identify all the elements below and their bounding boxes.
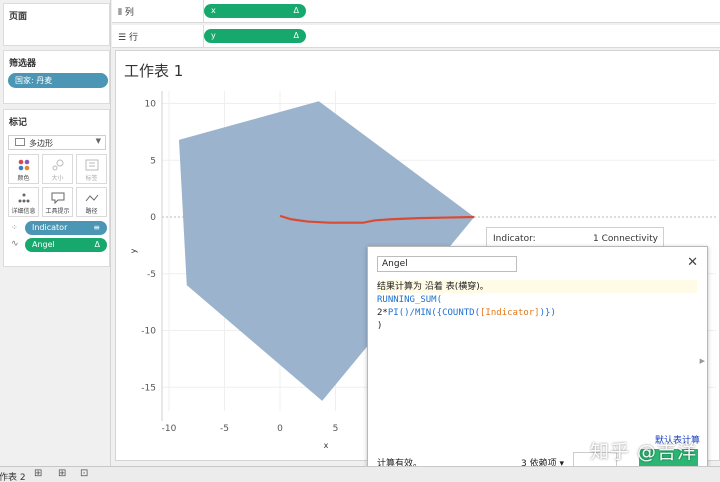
marks-title: 标记 <box>9 118 28 128</box>
sort-icon: ≡ <box>93 223 100 232</box>
pages-card: 页面 <box>3 3 110 46</box>
rows-pill-label: y <box>211 31 216 40</box>
y-tick-label: 10 <box>145 100 157 110</box>
rows-icon: ☰ <box>118 33 129 43</box>
tooltip-key: Indicator: <box>493 234 536 244</box>
formula-comment: 结果计算为 沿着 表(横穿)。 <box>377 282 489 292</box>
mark-field-indicator-label: Indicator <box>32 223 68 232</box>
tooltip-button[interactable]: 工具提示 <box>42 187 73 217</box>
columns-pill-x[interactable]: x Δ <box>204 4 306 18</box>
columns-shelf: ⦀ 列 x Δ <box>112 0 720 23</box>
x-tick-label: 5 <box>333 424 339 434</box>
color-button[interactable]: 颜色 <box>8 154 39 184</box>
sheet-tab-bar: 作表 2 ⊞ ⊞ ⊡ <box>0 466 720 482</box>
sheet-tab[interactable]: 作表 2 <box>0 470 26 482</box>
filters-card: 筛选器 国家: 丹麦 <box>3 50 110 104</box>
mark-field-angel[interactable]: Angel Δ <box>25 238 107 252</box>
filters-title: 筛选器 <box>9 59 37 69</box>
pages-title: 页面 <box>9 12 28 22</box>
formula-line-1: RUNNING_SUM( <box>377 295 443 305</box>
y-tick-label: 5 <box>150 156 156 166</box>
y-tick-label: 0 <box>150 213 156 223</box>
formula-editor[interactable]: 结果计算为 沿着 表(横穿)。 RUNNING_SUM( 2*PI()/MIN(… <box>377 280 699 438</box>
polygon-icon <box>15 138 25 146</box>
detail-small-icon: ⁘ <box>11 223 18 232</box>
y-axis-title: y <box>129 248 138 253</box>
detail-icon <box>17 192 31 204</box>
calc-name-input[interactable]: Angel <box>377 256 517 272</box>
y-tick-label: -10 <box>141 327 156 337</box>
formula-line-3: ) <box>377 321 383 331</box>
columns-shelf-label: ⦀ 列 <box>118 8 134 18</box>
path-button[interactable]: 路径 <box>76 187 107 217</box>
color-label: 颜色 <box>17 175 30 182</box>
detail-label: 详细信息 <box>11 208 36 215</box>
path-label: 路径 <box>85 208 98 215</box>
delta-icon: Δ <box>293 6 299 15</box>
x-tick-label: -5 <box>220 424 229 434</box>
delta-icon: Δ <box>94 240 100 249</box>
mark-type-value: 多边形 <box>29 139 53 148</box>
label-label: 标签 <box>85 175 98 182</box>
marks-card: 标记 多边形 ▼ 颜色 大小 标签 详细信息 工具提示 路径 ⁘ Indicat… <box>3 109 110 267</box>
detail-button[interactable]: 详细信息 <box>8 187 39 217</box>
columns-icon: ⦀ <box>118 8 125 18</box>
tooltip-label: 工具提示 <box>45 208 70 215</box>
chevron-down-icon: ▼ <box>95 137 101 145</box>
color-icon <box>17 159 31 171</box>
tooltip-icon <box>51 192 65 205</box>
delta-icon: Δ <box>293 31 299 40</box>
size-button[interactable]: 大小 <box>42 154 73 184</box>
rows-shelf: ☰ 行 y Δ <box>112 25 720 48</box>
rows-shelf-label: ☰ 行 <box>118 33 138 43</box>
x-axis-title: x <box>324 441 329 450</box>
label-button[interactable]: 标签 <box>76 154 107 184</box>
rows-pill-y[interactable]: y Δ <box>204 29 306 43</box>
filter-pill-country[interactable]: 国家: 丹麦 <box>8 73 108 88</box>
mark-field-indicator[interactable]: Indicator ≡ <box>25 221 107 235</box>
x-tick-label: -10 <box>162 424 177 434</box>
tooltip-value: 1 Connectivity <box>593 234 658 244</box>
path-icon <box>85 192 99 204</box>
y-tick-label: -15 <box>141 383 156 393</box>
left-panel: 页面 筛选器 国家: 丹麦 标记 多边形 ▼ 颜色 大小 标签 详细信息 工具提… <box>0 0 111 466</box>
new-dashboard-icon[interactable]: ⊞ <box>58 468 66 479</box>
formula-line-2: 2*PI()/MIN({COUNTD([Indicator])}) <box>377 308 556 318</box>
new-story-icon[interactable]: ⊡ <box>80 468 88 479</box>
new-sheet-icon[interactable]: ⊞ <box>34 468 42 479</box>
size-label: 大小 <box>51 175 64 182</box>
x-tick-label: 0 <box>277 424 283 434</box>
columns-pill-label: x <box>211 6 216 15</box>
close-icon[interactable]: ✕ <box>687 255 698 270</box>
watermark: 知乎 @吉洋 <box>590 441 698 463</box>
y-tick-label: -5 <box>147 270 156 280</box>
size-icon <box>51 159 65 171</box>
path-small-icon: ∿ <box>11 239 19 249</box>
mark-field-angel-label: Angel <box>32 240 55 249</box>
expand-arrow-icon[interactable]: ▶ <box>700 357 705 365</box>
mark-type-select[interactable]: 多边形 ▼ <box>8 135 106 150</box>
label-icon <box>85 159 99 171</box>
